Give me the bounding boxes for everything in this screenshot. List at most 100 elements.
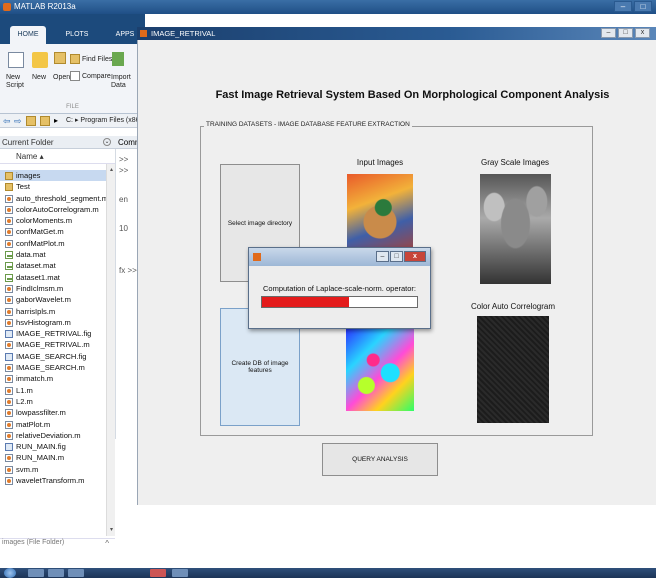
taskbar-matlab-icon[interactable] (150, 569, 166, 577)
list-item[interactable]: Test (0, 181, 106, 192)
dialog-maximize-button[interactable]: □ (390, 251, 403, 262)
chevron-up-icon[interactable]: ^ (105, 539, 109, 548)
list-item[interactable]: lowpassfilter.m (0, 407, 106, 418)
list-item-label: IMAGE_SEARCH.m (16, 363, 85, 373)
dialog-controls: – □ x (376, 251, 426, 262)
list-item-label: RUN_MAIN.fig (16, 442, 66, 452)
list-item-label: images (16, 171, 41, 180)
open-label[interactable]: Open (53, 74, 70, 82)
list-item-label: harrisIpls.m (16, 306, 56, 316)
list-item[interactable]: colorMoments.m (0, 215, 106, 226)
list-item[interactable]: immatch.m (0, 373, 106, 384)
taskbar-app-icon[interactable] (172, 569, 188, 577)
compare-icon[interactable] (70, 71, 80, 81)
taskbar-app-icon[interactable] (48, 569, 64, 577)
file-icon (5, 341, 13, 350)
new-icon[interactable] (32, 52, 48, 68)
list-item[interactable]: IMAGE_SEARCH.fig (0, 351, 106, 362)
current-folder-header: Current Folder ⌄ (0, 136, 115, 149)
current-path[interactable]: C: ▸ Program Files (x86 (66, 116, 140, 124)
figure-logo-icon (140, 30, 147, 37)
list-item[interactable]: IMAGE_RETRIVAL.m (0, 339, 106, 350)
tab-plots[interactable]: PLOTS (58, 26, 96, 44)
gray-scale-image (480, 174, 551, 284)
open-folder-icon[interactable] (54, 52, 66, 64)
name-column-header[interactable]: Name ▴ (0, 152, 115, 164)
list-item[interactable]: IMAGE_RETRIVAL.fig (0, 328, 106, 339)
new-label[interactable]: New (32, 74, 46, 82)
ribbon-tabs: HOME PLOTS APPS (0, 14, 145, 44)
file-icon (5, 420, 13, 429)
file-icon (5, 386, 13, 395)
file-icon (5, 364, 13, 373)
dialog-content: Computation of Laplace-scale-norm. opera… (250, 266, 429, 328)
taskbar-app-icon[interactable] (68, 569, 84, 577)
panel-options-icon[interactable]: ⌄ (103, 138, 111, 146)
list-item[interactable]: harrisIpls.m (0, 306, 106, 317)
list-item-label: waveletTransform.m (16, 476, 85, 486)
list-item[interactable]: images (0, 170, 106, 182)
file-icon (5, 477, 13, 486)
new-script-label[interactable]: New Script (6, 74, 30, 90)
maximize-button[interactable]: □ (634, 1, 652, 12)
list-item[interactable]: colorAutoCorrelogram.m (0, 204, 106, 215)
query-analysis-button[interactable]: QUERY ANALYSIS (322, 443, 438, 476)
list-item[interactable]: RUN_MAIN.m (0, 452, 106, 463)
list-item-label: relativeDeviation.m (16, 430, 81, 440)
list-item[interactable]: gaborWavelet.m (0, 294, 106, 305)
list-item[interactable]: confMatGet.m (0, 226, 106, 237)
current-folder-title: Current Folder (2, 138, 54, 147)
file-icon (5, 273, 13, 282)
figure-close-button[interactable]: x (635, 28, 650, 38)
back-arrow-icon[interactable]: ⇦ (3, 116, 13, 126)
figure-minimize-button[interactable]: – (601, 28, 616, 38)
start-button[interactable] (4, 568, 16, 578)
new-script-icon[interactable] (8, 52, 24, 68)
list-item-label: hsvHistogram.m (16, 317, 71, 327)
list-item[interactable]: svm.m (0, 464, 106, 475)
dialog-minimize-button[interactable]: – (376, 251, 389, 262)
compare-label[interactable]: Compare (82, 73, 111, 81)
minimize-button[interactable]: – (614, 1, 632, 12)
scroll-up-icon[interactable]: ▴ (108, 166, 115, 174)
list-item-label: auto_threshold_segment.m (16, 193, 106, 203)
file-icon (5, 194, 13, 203)
scroll-down-icon[interactable]: ▾ (108, 526, 115, 534)
file-section-label: FILE (66, 104, 79, 110)
tab-home[interactable]: HOME (10, 26, 46, 44)
figure-maximize-button[interactable]: □ (618, 28, 633, 38)
list-item[interactable]: waveletTransform.m (0, 475, 106, 486)
list-item[interactable]: RUN_MAIN.fig (0, 441, 106, 452)
up-folder-icon[interactable] (26, 116, 36, 126)
import-data-icon[interactable] (112, 52, 124, 66)
list-item[interactable]: dataset.mat (0, 260, 106, 271)
file-icon (5, 431, 13, 440)
forward-arrow-icon[interactable]: ⇨ (14, 116, 24, 126)
list-item[interactable]: hsvHistogram.m (0, 317, 106, 328)
page-title: Fast Image Retrieval System Based On Mor… (215, 89, 610, 101)
find-files-icon[interactable] (70, 54, 80, 64)
gray-scale-label: Gray Scale Images (480, 158, 550, 167)
dialog-close-button[interactable]: x (404, 251, 426, 262)
list-item[interactable]: L1.m (0, 385, 106, 396)
list-item-label: svm.m (16, 464, 39, 474)
file-icon (5, 296, 13, 305)
list-item[interactable]: data.mat (0, 249, 106, 260)
find-files-label[interactable]: Find Files (82, 56, 112, 64)
command-line: en (119, 195, 128, 204)
list-item[interactable]: dataset1.mat (0, 272, 106, 283)
taskbar-app-icon[interactable] (28, 569, 44, 577)
list-item[interactable]: FindIclmsm.m (0, 283, 106, 294)
folder-icon (5, 172, 13, 180)
list-item[interactable]: relativeDeviation.m (0, 430, 106, 441)
file-list-scrollbar[interactable]: ▴ ▾ (106, 164, 115, 536)
list-item[interactable]: confMatPlot.m (0, 238, 106, 249)
tab-apps[interactable]: APPS (110, 26, 140, 44)
figure-titlebar: IMAGE_RETRIVAL – □ x (137, 27, 656, 40)
browse-folder-icon[interactable] (40, 116, 50, 126)
list-item[interactable]: auto_threshold_segment.m (0, 193, 106, 204)
file-icon (5, 397, 13, 406)
list-item[interactable]: matPlot.m (0, 419, 106, 430)
list-item[interactable]: L2.m (0, 396, 106, 407)
list-item[interactable]: IMAGE_SEARCH.m (0, 362, 106, 373)
